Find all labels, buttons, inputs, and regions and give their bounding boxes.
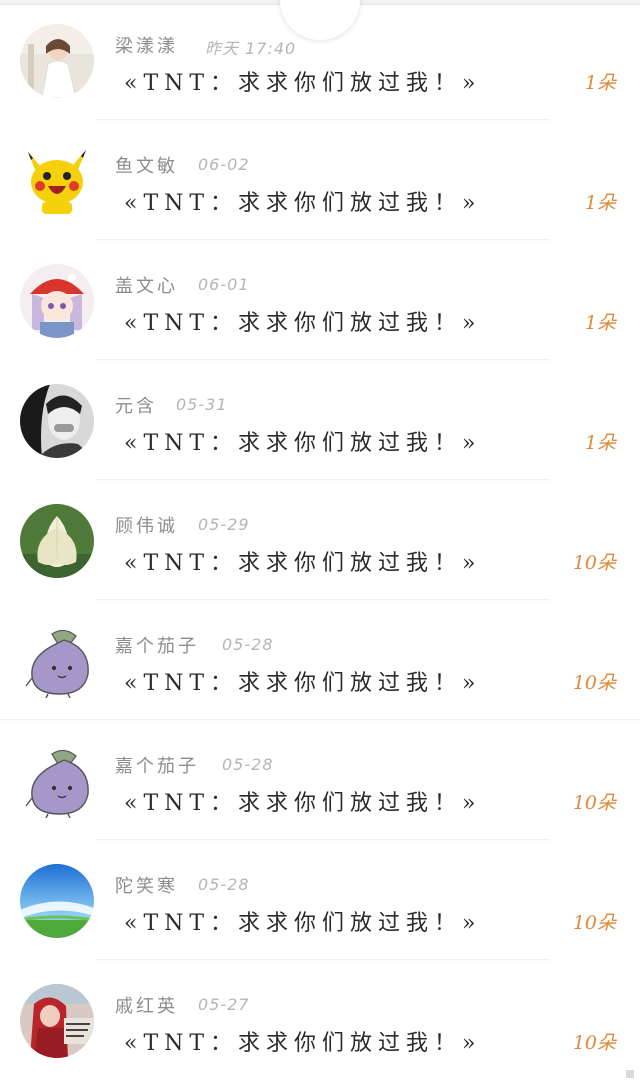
- comment-message: «TNT：求求你们放过我！»: [124, 191, 482, 216]
- eggplant-cartoon-icon[interactable]: [20, 624, 94, 698]
- flower-count: 10朵: [572, 552, 616, 574]
- user-name[interactable]: 鱼文敏: [115, 152, 178, 178]
- comment-list: 梁漾漾 昨天 17:40 «TNT：求求你们放过我！» 1朵 鱼文敏 06-02…: [0, 0, 640, 1080]
- list-item[interactable]: 陀笑寒 05-28 «TNT：求求你们放过我！» 10朵: [0, 840, 640, 960]
- comment-date: 05-28: [222, 635, 274, 654]
- list-item[interactable]: 顾伟诚 05-29 «TNT：求求你们放过我！» 10朵: [0, 480, 640, 600]
- list-item[interactable]: 梁漾漾 昨天 17:40 «TNT：求求你们放过我！» 1朵: [0, 0, 640, 120]
- comment-message: «TNT：求求你们放过我！»: [124, 311, 482, 336]
- list-item[interactable]: 鱼文敏 06-02 «TNT：求求你们放过我！» 1朵: [0, 120, 640, 240]
- flower-count: 10朵: [572, 1032, 616, 1054]
- scrollbar-indicator[interactable]: [626, 1070, 634, 1078]
- girl-white-dress-icon[interactable]: [20, 24, 94, 98]
- comment-message: «TNT：求求你们放过我！»: [124, 911, 482, 936]
- user-name[interactable]: 嘉个茄子: [115, 632, 199, 658]
- list-item[interactable]: 盖文心 06-01 «TNT：求求你们放过我！» 1朵: [0, 240, 640, 360]
- comment-date: 05-27: [198, 995, 250, 1014]
- list-item[interactable]: 嘉个茄子 05-28 «TNT：求求你们放过我！» 10朵: [0, 720, 640, 840]
- anime-girl-red-hat-icon[interactable]: [20, 264, 94, 338]
- user-name[interactable]: 顾伟诚: [115, 512, 178, 538]
- comment-date: 05-28: [222, 755, 274, 774]
- list-item[interactable]: 嘉个茄子 05-28 «TNT：求求你们放过我！» 10朵: [0, 600, 640, 720]
- flower-count: 10朵: [572, 672, 616, 694]
- comment-message: «TNT：求求你们放过我！»: [124, 71, 482, 96]
- bw-girl-photo-icon[interactable]: [20, 384, 94, 458]
- flower-count: 10朵: [572, 792, 616, 814]
- flower-count: 1朵: [584, 312, 616, 334]
- user-name[interactable]: 盖文心: [115, 272, 178, 298]
- comment-message: «TNT：求求你们放过我！»: [124, 671, 482, 696]
- girl-red-hood-icon[interactable]: [20, 984, 94, 1058]
- comment-date: 05-28: [198, 875, 250, 894]
- list-item[interactable]: 戚红英 05-27 «TNT：求求你们放过我！» 10朵: [0, 960, 640, 1080]
- flower-count: 1朵: [584, 72, 616, 94]
- pikachu-icon[interactable]: [20, 144, 94, 218]
- user-name[interactable]: 陀笑寒: [115, 872, 178, 898]
- flower-count: 1朵: [584, 192, 616, 214]
- comment-date: 昨天 17:40: [205, 39, 297, 58]
- flower-count: 10朵: [572, 912, 616, 934]
- comment-date: 06-01: [198, 275, 250, 294]
- eggplant-cartoon-icon[interactable]: [20, 744, 94, 818]
- comment-message: «TNT：求求你们放过我！»: [124, 1031, 482, 1056]
- list-item[interactable]: 元含 05-31 «TNT：求求你们放过我！» 1朵: [0, 360, 640, 480]
- flower-count: 1朵: [584, 432, 616, 454]
- blue-sky-grass-icon[interactable]: [20, 864, 94, 938]
- user-name[interactable]: 元含: [115, 392, 157, 418]
- comment-message: «TNT：求求你们放过我！»: [124, 791, 482, 816]
- user-name[interactable]: 戚红英: [115, 992, 178, 1018]
- user-name[interactable]: 嘉个茄子: [115, 752, 199, 778]
- comment-date: 05-31: [176, 395, 228, 414]
- comment-message: «TNT：求求你们放过我！»: [124, 551, 482, 576]
- comment-message: «TNT：求求你们放过我！»: [124, 431, 482, 456]
- lotus-flower-icon[interactable]: [20, 504, 94, 578]
- comment-date: 06-02: [198, 155, 250, 174]
- user-name[interactable]: 梁漾漾: [115, 32, 178, 58]
- comment-date: 05-29: [198, 515, 250, 534]
